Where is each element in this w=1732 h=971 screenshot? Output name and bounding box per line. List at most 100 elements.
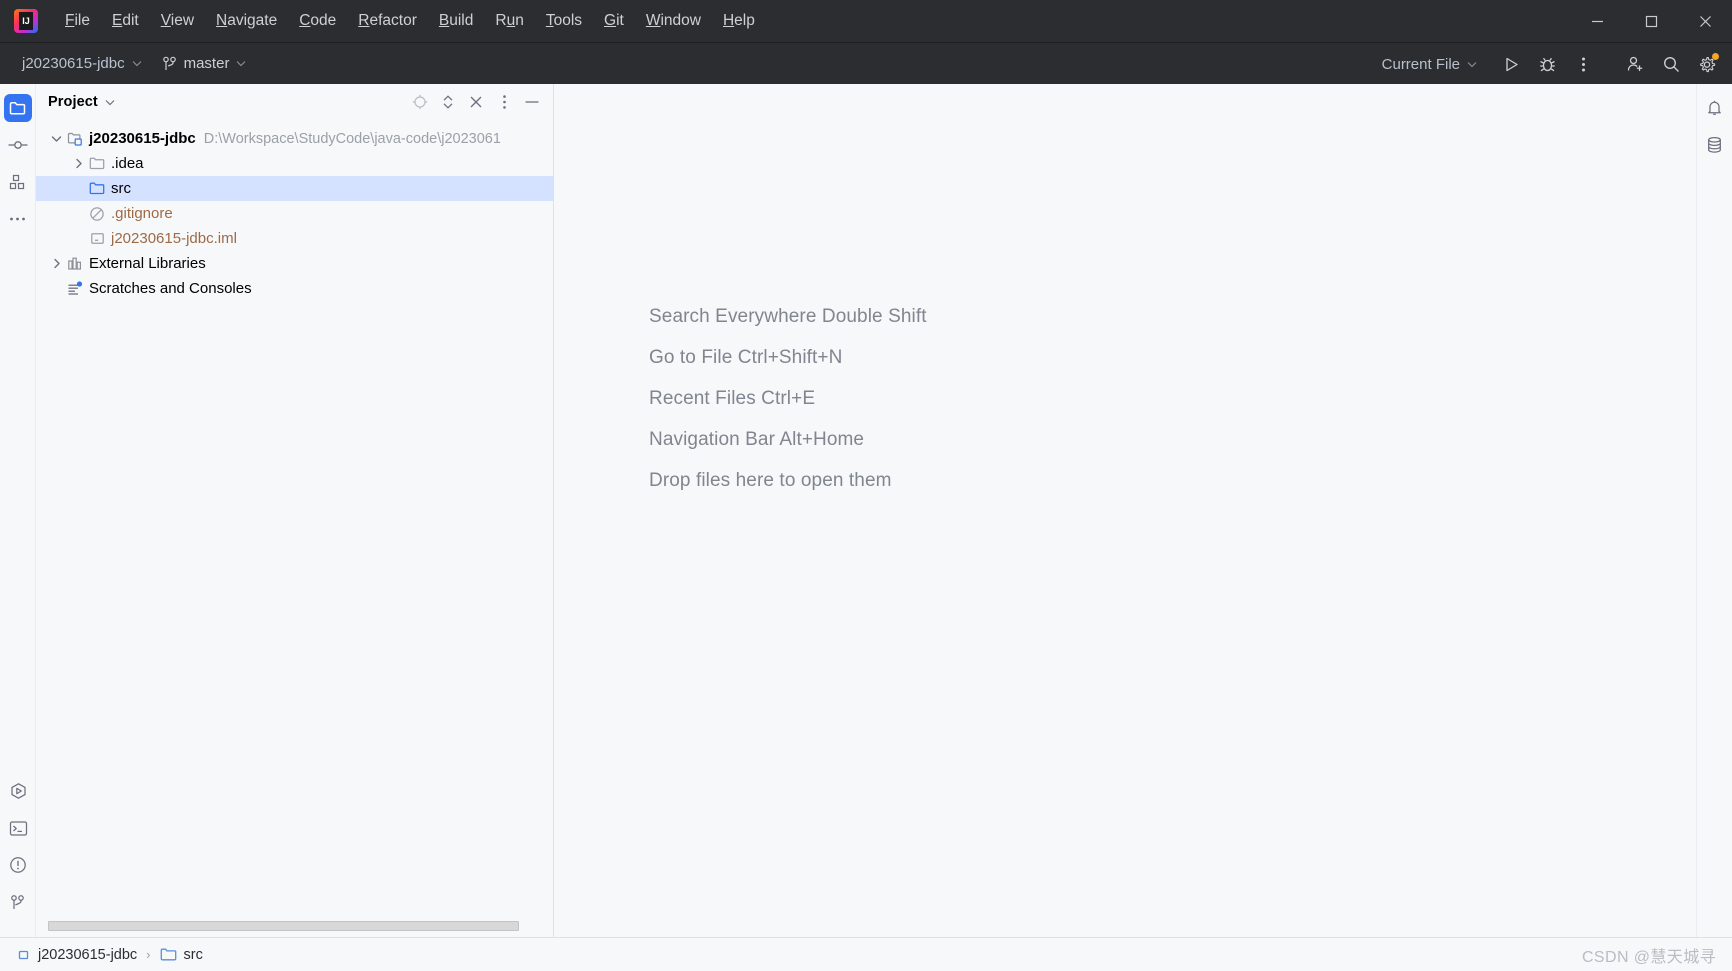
editor-tip: Drop files here to open them <box>649 470 892 491</box>
sidebar-item-git[interactable] <box>4 888 32 916</box>
project-tree-horizontal-scrollbar[interactable] <box>48 921 534 931</box>
sidebar-item-commit[interactable] <box>4 131 32 159</box>
project-tree: j20230615-jdbc D:\Workspace\StudyCode\jav… <box>36 120 553 937</box>
folder-icon <box>9 100 26 117</box>
options-button[interactable] <box>491 89 517 115</box>
breadcrumb-separator: › <box>146 947 151 962</box>
navbar-left-group: j20230615-jdbc master <box>0 51 254 76</box>
left-tool-stripe <box>0 84 36 937</box>
chevron-down-icon[interactable] <box>105 99 115 106</box>
menu-rest: n <box>515 12 524 29</box>
menu-mnemonic: W <box>645 12 661 29</box>
menu-item-navigate[interactable]: Navigate <box>205 7 288 35</box>
tree-node-src[interactable]: src <box>36 176 553 201</box>
more-actions-button[interactable] <box>1566 49 1600 79</box>
chevron-down-icon <box>236 60 246 67</box>
menu-rest: avigate <box>227 12 278 29</box>
collapse-all-button[interactable] <box>463 89 489 115</box>
menu-item-git[interactable]: Git <box>593 7 635 35</box>
menu-rest: indow <box>660 12 701 29</box>
run-button[interactable] <box>1494 49 1528 79</box>
module-icon <box>17 948 31 962</box>
debug-button[interactable] <box>1530 49 1564 79</box>
expand-collapse-button[interactable] <box>435 89 461 115</box>
menu-item-edit[interactable]: Edit <box>101 7 150 35</box>
menu-item-view[interactable]: View <box>150 7 205 35</box>
git-branch-icon <box>10 894 26 911</box>
sidebar-item-run[interactable] <box>4 777 32 805</box>
add-user-button[interactable] <box>1618 49 1652 79</box>
tree-node-scratches-and-consoles[interactable]: Scratches and Consoles <box>36 276 553 301</box>
menu-item-build[interactable]: Build <box>428 7 484 35</box>
source-folder-icon <box>87 181 107 196</box>
sidebar-item-more[interactable] <box>4 205 32 233</box>
menu-item-run[interactable]: Run <box>484 7 534 35</box>
scratches-icon <box>65 281 85 296</box>
intellij-logo-icon <box>14 9 38 33</box>
settings-button[interactable] <box>1690 49 1724 79</box>
breadcrumb-item-module[interactable]: j20230615-jdbc <box>12 945 142 965</box>
sidebar-item-problems[interactable] <box>4 851 32 879</box>
close-button[interactable] <box>1678 0 1732 42</box>
tree-node-label: External Libraries <box>89 255 206 272</box>
breadcrumb-module-label: j20230615-jdbc <box>38 946 138 963</box>
menu-bar: File Edit View Navigate Code Refactor Build Run… <box>54 7 766 35</box>
menu-mnemonic: V <box>160 12 171 29</box>
project-module-icon <box>65 131 85 147</box>
terminal-icon <box>9 820 28 837</box>
editor-tip: Navigation Bar Alt+Home <box>649 429 865 450</box>
source-folder-icon <box>160 947 177 962</box>
folder-icon <box>87 156 107 171</box>
editor-empty-area: Search Everywhere Double Shift Go to File… <box>554 84 1696 937</box>
chevron-down-icon[interactable] <box>48 135 65 143</box>
menu-item-refactor[interactable]: Refactor <box>347 7 428 35</box>
menu-item-window[interactable]: Window <box>635 7 712 35</box>
settings-update-badge <box>1712 53 1719 60</box>
tree-node-label: Scratches and Consoles <box>89 280 252 297</box>
breadcrumb-item-folder[interactable]: src <box>155 945 208 965</box>
tree-node-j20230615-jdbc[interactable]: j20230615-jdbc D:\Workspace\StudyCode\jav… <box>36 126 553 151</box>
project-selector[interactable]: j20230615-jdbc <box>14 51 150 76</box>
run-configuration-selector[interactable]: Current File <box>1373 52 1486 77</box>
chevron-right-icon[interactable] <box>48 258 65 269</box>
menu-mnemonic: N <box>216 12 228 29</box>
vcs-branch-selector[interactable]: master <box>154 51 255 76</box>
tree-node-idea[interactable]: .idea <box>36 151 553 176</box>
gitignore-icon <box>87 206 107 222</box>
menu-item-file[interactable]: File <box>54 7 101 35</box>
iml-file-icon <box>87 231 107 246</box>
search-button[interactable] <box>1654 49 1688 79</box>
menu-rest: dit <box>122 12 139 29</box>
right-tool-stripe <box>1696 84 1732 937</box>
project-panel-header: Project <box>36 84 553 120</box>
menu-mnemonic: R <box>358 12 370 29</box>
sidebar-item-database[interactable] <box>1701 131 1729 159</box>
maximize-button[interactable] <box>1624 0 1678 42</box>
main-body: Project j20230615-jdbc D:\Workspace\Stud… <box>0 84 1732 937</box>
window-controls <box>1570 0 1732 42</box>
title-bar: FileEditViewNavigateCodeRefactorBuildRun… <box>0 0 1732 42</box>
tree-node-label: src <box>111 180 131 197</box>
tree-node-external-libraries[interactable]: External Libraries <box>36 251 553 276</box>
git-branch-icon <box>162 56 177 72</box>
minimize-button[interactable] <box>1570 0 1624 42</box>
tree-node-label: j20230615-jdbc <box>89 130 196 147</box>
sidebar-item-project[interactable] <box>3 94 32 122</box>
tree-node-j20230615-jdbc-iml[interactable]: j20230615-jdbc.iml <box>36 226 553 251</box>
menu-item-tools[interactable]: Tools <box>535 7 593 35</box>
project-selector-label: j20230615-jdbc <box>22 55 125 72</box>
sidebar-item-notifications[interactable] <box>1701 94 1729 122</box>
navbar-right-group: Current File <box>1373 43 1732 85</box>
tree-node-gitignore[interactable]: .gitignore <box>36 201 553 226</box>
menu-rest: ode <box>310 12 337 29</box>
menu-item-code[interactable]: Code <box>288 7 347 35</box>
sidebar-item-structure[interactable] <box>4 168 32 196</box>
watermark-text: CSDN @慧天城寻 <box>1581 948 1716 966</box>
select-opened-file-button[interactable] <box>407 89 433 115</box>
menu-rest: ools <box>553 12 583 29</box>
menu-item-help[interactable]: Help <box>712 7 766 35</box>
chevron-right-icon[interactable] <box>70 158 87 169</box>
scrollbar-thumb[interactable] <box>48 921 519 931</box>
hide-panel-button[interactable] <box>519 89 545 115</box>
sidebar-item-terminal[interactable] <box>4 814 32 842</box>
